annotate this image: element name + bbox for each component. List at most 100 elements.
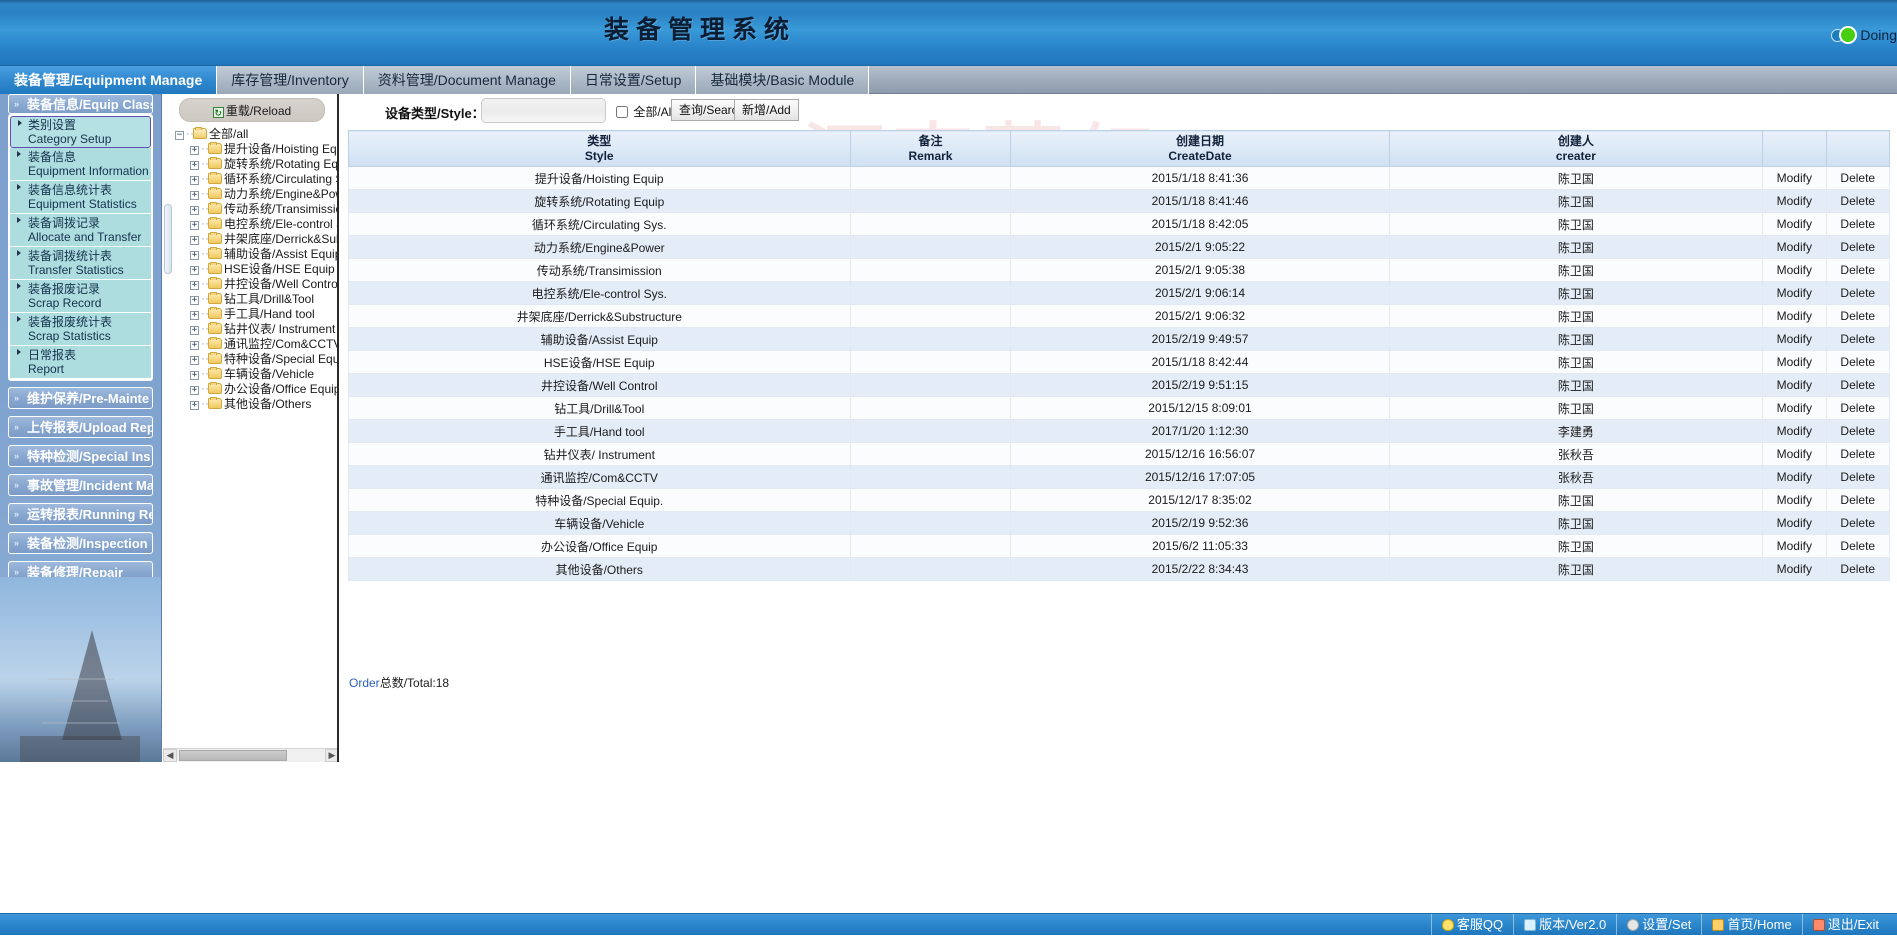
- tree-expand-icon[interactable]: +: [190, 161, 199, 170]
- sidebar-button-2[interactable]: »特种检测/Special Ins: [8, 445, 153, 467]
- tree-expand-icon[interactable]: +: [190, 236, 199, 245]
- modify-link[interactable]: Modify: [1763, 397, 1826, 420]
- sidebar-button-4[interactable]: »运转报表/Running Re: [8, 503, 153, 525]
- modify-link[interactable]: Modify: [1763, 443, 1826, 466]
- tab-2[interactable]: 资料管理/Document Manage: [364, 66, 571, 94]
- tree-node-16[interactable]: +··办公设备/Office Equip: [163, 381, 339, 396]
- tree-node-7[interactable]: +··辅助设备/Assist Equip: [163, 246, 339, 261]
- tree-node-15[interactable]: +··车辆设备/Vehicle: [163, 366, 339, 381]
- tab-3[interactable]: 日常设置/Setup: [571, 66, 696, 94]
- tree-expand-icon[interactable]: +: [190, 311, 199, 320]
- sidebar-button-3[interactable]: »事故管理/Incident Ma: [8, 474, 153, 496]
- sidebar-item-6[interactable]: 装备报废统计表Scrap Statistics: [10, 313, 151, 346]
- tree-node-1[interactable]: +··旋转系统/Rotating Equip: [163, 156, 339, 171]
- modify-link[interactable]: Modify: [1763, 374, 1826, 397]
- delete-link[interactable]: Delete: [1826, 420, 1889, 443]
- delete-link[interactable]: Delete: [1826, 512, 1889, 535]
- tree-expand-icon[interactable]: +: [190, 281, 199, 290]
- scroll-right-icon[interactable]: ▶: [325, 749, 339, 762]
- delete-link[interactable]: Delete: [1826, 489, 1889, 512]
- header-status-indicator[interactable]: Doing: [1831, 26, 1897, 44]
- modify-link[interactable]: Modify: [1763, 282, 1826, 305]
- tree-node-10[interactable]: +··钻工具/Drill&Tool: [163, 291, 339, 306]
- tree-hscroll-thumb[interactable]: [179, 750, 287, 761]
- sidebar-item-4[interactable]: 装备调拨统计表Transfer Statistics: [10, 247, 151, 280]
- add-button[interactable]: 新增/Add: [734, 99, 799, 121]
- tree-node-11[interactable]: +··手工具/Hand tool: [163, 306, 339, 321]
- tree-expand-icon[interactable]: +: [190, 191, 199, 200]
- delete-link[interactable]: Delete: [1826, 397, 1889, 420]
- tree-node-12[interactable]: +··钻井仪表/ Instrument: [163, 321, 339, 336]
- modify-link[interactable]: Modify: [1763, 190, 1826, 213]
- modify-link[interactable]: Modify: [1763, 558, 1826, 581]
- modify-link[interactable]: Modify: [1763, 213, 1826, 236]
- tree-node-6[interactable]: +··井架底座/Derrick&Substructure: [163, 231, 339, 246]
- tree-node-9[interactable]: +··井控设备/Well Control: [163, 276, 339, 291]
- sidebar-item-3[interactable]: 装备调拨记录Allocate and Transfer: [10, 214, 151, 247]
- tree-expand-icon[interactable]: +: [190, 266, 199, 275]
- sidebar-item-5[interactable]: 装备报废记录Scrap Record: [10, 280, 151, 313]
- tab-0[interactable]: 装备管理/Equipment Manage: [0, 66, 217, 94]
- modify-link[interactable]: Modify: [1763, 466, 1826, 489]
- modify-link[interactable]: Modify: [1763, 167, 1826, 190]
- modify-link[interactable]: Modify: [1763, 236, 1826, 259]
- modify-link[interactable]: Modify: [1763, 351, 1826, 374]
- tree-expand-icon[interactable]: +: [190, 221, 199, 230]
- delete-link[interactable]: Delete: [1826, 374, 1889, 397]
- modify-link[interactable]: Modify: [1763, 305, 1826, 328]
- tree-expand-icon[interactable]: +: [190, 206, 199, 215]
- tree-expand-icon[interactable]: +: [190, 326, 199, 335]
- delete-link[interactable]: Delete: [1826, 466, 1889, 489]
- tree-node-3[interactable]: +··动力系统/Engine&Power: [163, 186, 339, 201]
- modify-link[interactable]: Modify: [1763, 535, 1826, 558]
- tree-expand-icon[interactable]: +: [190, 251, 199, 260]
- all-checkbox-wrap[interactable]: 全部/All: [616, 103, 674, 120]
- style-input[interactable]: [481, 98, 606, 123]
- sidebar-item-7[interactable]: 日常报表Report: [10, 346, 151, 379]
- status-item-4[interactable]: 退出/Exit: [1802, 914, 1889, 936]
- tree-expand-icon[interactable]: +: [190, 176, 199, 185]
- delete-link[interactable]: Delete: [1826, 328, 1889, 351]
- tree-horizontal-scrollbar[interactable]: ◀ ▶: [163, 748, 339, 762]
- tab-4[interactable]: 基础模块/Basic Module: [696, 66, 869, 94]
- tree-expand-icon[interactable]: +: [190, 356, 199, 365]
- tree-node-2[interactable]: +··循环系统/Circulating Sys.: [163, 171, 339, 186]
- modify-link[interactable]: Modify: [1763, 512, 1826, 535]
- modify-link[interactable]: Modify: [1763, 489, 1826, 512]
- tree-collapse-icon[interactable]: −: [175, 131, 184, 140]
- sidebar-item-2[interactable]: 装备信息统计表Equipment Statistics: [10, 181, 151, 214]
- status-item-2[interactable]: 设置/Set: [1616, 914, 1701, 936]
- sidebar-item-0[interactable]: 类别设置Category Setup: [10, 116, 151, 148]
- tree-expand-icon[interactable]: +: [190, 401, 199, 410]
- tree-expand-icon[interactable]: +: [190, 296, 199, 305]
- modify-link[interactable]: Modify: [1763, 328, 1826, 351]
- tree-node-0[interactable]: +··提升设备/Hoisting Equip: [163, 141, 339, 156]
- status-item-3[interactable]: 首页/Home: [1701, 914, 1801, 936]
- sidebar-button-0[interactable]: »维护保养/Pre-Mainte: [8, 387, 153, 409]
- modify-link[interactable]: Modify: [1763, 259, 1826, 282]
- delete-link[interactable]: Delete: [1826, 351, 1889, 374]
- delete-link[interactable]: Delete: [1826, 443, 1889, 466]
- tree-node-8[interactable]: +··HSE设备/HSE Equip: [163, 261, 339, 276]
- tree-expand-icon[interactable]: +: [190, 386, 199, 395]
- tree-expand-icon[interactable]: +: [190, 341, 199, 350]
- tree-node-root[interactable]: −··全部/all: [163, 126, 339, 141]
- delete-link[interactable]: Delete: [1826, 305, 1889, 328]
- reload-button[interactable]: ↻重载/Reload: [179, 98, 325, 122]
- sidebar-button-1[interactable]: »上传报表/Upload Rep: [8, 416, 153, 438]
- delete-link[interactable]: Delete: [1826, 190, 1889, 213]
- sidebar-group-header[interactable]: » 装备信息/Equip Class: [8, 94, 153, 114]
- delete-link[interactable]: Delete: [1826, 282, 1889, 305]
- delete-link[interactable]: Delete: [1826, 236, 1889, 259]
- delete-link[interactable]: Delete: [1826, 535, 1889, 558]
- tree-vertical-scrollbar[interactable]: [163, 204, 173, 364]
- tab-1[interactable]: 库存管理/Inventory: [217, 66, 363, 94]
- delete-link[interactable]: Delete: [1826, 167, 1889, 190]
- status-item-0[interactable]: 客服QQ: [1431, 914, 1513, 936]
- all-checkbox[interactable]: [616, 106, 628, 118]
- tree-expand-icon[interactable]: +: [190, 371, 199, 380]
- scroll-left-icon[interactable]: ◀: [163, 749, 177, 762]
- tree-node-13[interactable]: +··通讯监控/Com&CCTV: [163, 336, 339, 351]
- delete-link[interactable]: Delete: [1826, 558, 1889, 581]
- tree-node-5[interactable]: +··电控系统/Ele-control Sys.: [163, 216, 339, 231]
